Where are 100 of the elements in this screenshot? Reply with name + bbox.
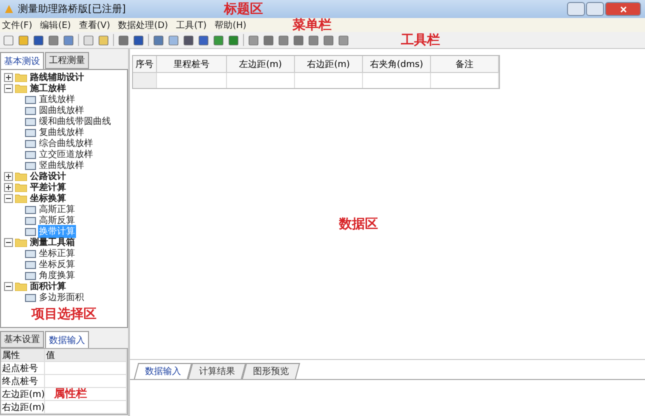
toolbar-icon[interactable] — [213, 34, 224, 46]
annotation-label: 菜单栏 — [292, 17, 332, 34]
menu-item[interactable]: 文件(F) — [2, 18, 32, 32]
toolbar-icon[interactable] — [83, 34, 94, 46]
toolbar-icon[interactable] — [18, 34, 29, 46]
document-icon — [25, 294, 36, 302]
column-header: 值 — [45, 349, 127, 362]
column-header: 右夹角(dms) — [363, 56, 431, 73]
toolbar-icon[interactable] — [48, 34, 59, 46]
document-icon — [25, 216, 36, 224]
panel-tab[interactable]: 数据输入 — [45, 331, 89, 348]
folder-icon — [15, 172, 27, 181]
tree-item[interactable]: 施工放样 — [29, 82, 67, 95]
panel-tab[interactable]: 基本测设 — [0, 52, 44, 69]
app-icon — [4, 4, 14, 14]
toolbar-icon[interactable] — [153, 34, 164, 46]
tree-item[interactable]: 路线辅助设计 — [29, 71, 85, 84]
tree-item[interactable]: 角度换算 — [38, 269, 76, 282]
column-header: 右边距(m) — [295, 56, 363, 73]
toolbar-icon[interactable] — [263, 34, 274, 46]
collapse-icon[interactable] — [4, 84, 13, 93]
toolbar-icon[interactable] — [63, 34, 74, 46]
column-header: 属性 — [1, 349, 45, 362]
collapse-icon[interactable] — [4, 194, 13, 203]
tree-item[interactable]: 高斯反算 — [38, 214, 76, 227]
toolbar-icon[interactable] — [308, 34, 319, 46]
tree-item[interactable]: 坐标换算 — [29, 192, 67, 205]
tree-item[interactable]: 立交匝道放样 — [38, 148, 94, 161]
menu-item[interactable]: 查看(V) — [78, 18, 110, 32]
tree-item[interactable]: 多边形面积 — [38, 291, 85, 304]
column-header: 备注 — [431, 56, 499, 73]
tree-item[interactable]: 高斯正算 — [38, 203, 76, 216]
expand-icon[interactable] — [4, 172, 13, 181]
toolbar-icon[interactable] — [228, 34, 239, 46]
tree-item[interactable]: 圆曲线放样 — [38, 104, 85, 117]
tree-item[interactable]: 复曲线放样 — [38, 126, 85, 139]
close-icon — [620, 6, 626, 12]
column-header: 序号 — [133, 56, 157, 73]
close-button[interactable] — [605, 2, 641, 16]
annotation-label: 工具栏 — [401, 32, 440, 49]
property-value-field[interactable] — [45, 362, 127, 375]
toolbar-icon[interactable] — [293, 34, 304, 46]
toolbar-icon[interactable] — [338, 34, 349, 46]
collapse-icon[interactable] — [4, 238, 13, 247]
tree-item[interactable]: 测量工具箱 — [29, 236, 76, 249]
output-tab[interactable]: 图形预览 — [242, 363, 300, 379]
toolbar-icon[interactable] — [278, 34, 289, 46]
folder-icon — [15, 84, 27, 93]
document-icon — [25, 96, 36, 104]
toolbar-icon[interactable] — [323, 34, 334, 46]
menu-item[interactable]: 数据处理(D) — [118, 18, 168, 32]
tree-item[interactable]: 面积计算 — [29, 280, 67, 293]
folder-icon — [15, 238, 27, 247]
tree-item[interactable]: 缓和曲线带圆曲线 — [38, 115, 112, 128]
property-value-field[interactable] — [45, 375, 127, 388]
maximize-button[interactable] — [586, 2, 604, 16]
table-cell[interactable] — [133, 73, 157, 88]
toolbar-icon[interactable] — [98, 34, 109, 46]
panel-tab[interactable]: 工程测量 — [45, 52, 89, 69]
menu-item[interactable]: 编辑(E) — [40, 18, 71, 32]
output-tab[interactable]: 数据输入 — [134, 363, 192, 379]
annotation-label: 标题区 — [224, 1, 263, 18]
expand-icon[interactable] — [4, 183, 13, 192]
document-icon — [25, 150, 36, 158]
document-icon — [25, 140, 36, 148]
annotation-label: 属性栏 — [54, 387, 87, 400]
property-value-field[interactable] — [45, 401, 127, 414]
column-header: 左边距(m) — [227, 56, 295, 73]
tree-item[interactable]: 直线放样 — [38, 93, 76, 106]
document-icon — [25, 128, 36, 136]
toolbar-icon[interactable] — [133, 34, 144, 46]
toolbar-icon[interactable] — [168, 34, 179, 46]
toolbar-icon[interactable] — [33, 34, 44, 46]
document-icon — [25, 206, 36, 214]
panel-tab[interactable]: 基本设置 — [0, 331, 44, 348]
document-icon — [25, 228, 36, 236]
toolbar-icon[interactable] — [248, 34, 259, 46]
property-name: 终点桩号 — [1, 375, 45, 388]
tree-item[interactable]: 公路设计 — [29, 170, 67, 183]
toolbar-icon[interactable] — [118, 34, 129, 46]
property-value-field[interactable]: 属性栏 — [45, 388, 127, 401]
output-tab[interactable]: 计算结果 — [188, 363, 246, 379]
expand-icon[interactable] — [4, 73, 13, 82]
toolbar-icon[interactable] — [198, 34, 209, 46]
property-name: 左边距(m) — [1, 388, 45, 401]
property-name: 起点桩号 — [1, 362, 45, 375]
document-icon — [25, 118, 36, 126]
tree-item[interactable]: 综合曲线放样 — [38, 137, 94, 150]
property-name: 右边距(m) — [1, 401, 45, 414]
tree-item[interactable]: 坐标正算 — [38, 247, 76, 260]
annotation-label: 项目选择区 — [32, 306, 96, 323]
minimize-button[interactable] — [567, 2, 585, 16]
collapse-icon[interactable] — [4, 282, 13, 291]
tree-item[interactable]: 坐标反算 — [38, 258, 76, 271]
tree-item[interactable]: 竖曲线放样 — [38, 159, 85, 172]
window-title: 测量助理路桥版[已注册] — [18, 2, 126, 16]
tree-item[interactable]: 平差计算 — [29, 181, 67, 194]
menu-item[interactable]: 帮助(H) — [214, 18, 246, 32]
menu-item[interactable]: 工具(T) — [176, 18, 207, 32]
toolbar-icon[interactable] — [183, 34, 194, 46]
